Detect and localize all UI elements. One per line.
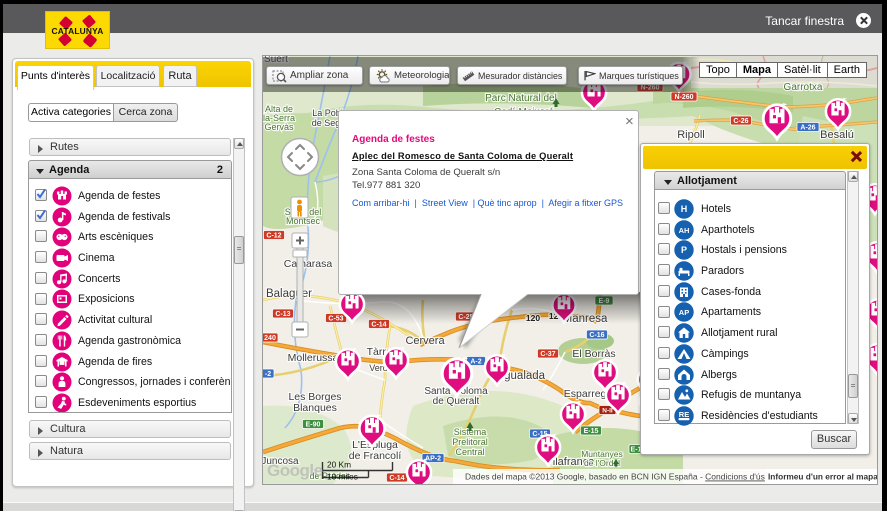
svg-text:C-13: C-13 (275, 311, 290, 318)
svg-text:10 miles: 10 miles (327, 472, 358, 482)
svg-text:P: P (681, 245, 687, 255)
svg-text:C-53: C-53 (328, 316, 343, 323)
svg-text:Besalú: Besalú (820, 129, 854, 141)
svg-text:E-15: E-15 (584, 428, 599, 435)
svg-text:N-II: N-II (602, 408, 613, 415)
svg-text:Ripoll: Ripoll (677, 129, 705, 141)
svg-text:C-16: C-16 (589, 332, 604, 339)
svg-text:H: H (681, 204, 688, 214)
svg-text:-2: -2 (265, 371, 271, 378)
svg-text:de Queralt: de Queralt (433, 396, 480, 407)
svg-text:Camarasa: Camarasa (284, 258, 333, 270)
svg-text:AH: AH (679, 226, 690, 235)
svg-text:Prelitoral: Prelitoral (452, 437, 488, 447)
svg-text:20 Km: 20 Km (327, 460, 351, 470)
svg-text:AP: AP (679, 308, 689, 317)
svg-text:E-90: E-90 (306, 422, 321, 429)
svg-text:C-37: C-37 (540, 351, 555, 358)
svg-text:AP-2: AP-2 (425, 456, 441, 463)
svg-text:C-12: C-12 (266, 233, 281, 240)
svg-text:Balaguer: Balaguer (266, 288, 312, 300)
svg-text:A-26: A-26 (800, 125, 815, 132)
svg-text:Informeu d'un error al mapa: Informeu d'un error al mapa (768, 472, 877, 482)
svg-text:Blanques: Blanques (293, 402, 337, 414)
svg-text:RE: RE (679, 410, 689, 419)
svg-text:Dades del mapa ©2013 Google, b: Dades del mapa ©2013 Google, basado en B… (465, 472, 765, 482)
svg-text:de Francolí: de Francolí (349, 450, 402, 462)
svg-text:Gervàs: Gervàs (264, 122, 294, 132)
svg-text:Garrotxa: Garrotxa (784, 82, 823, 93)
svg-text:CATALUNYA: CATALUNYA (52, 26, 104, 36)
svg-text:A-2: A-2 (470, 359, 481, 366)
svg-text:Parc Natural del: Parc Natural del (485, 93, 557, 104)
svg-text:El Borràs: El Borràs (572, 348, 615, 360)
svg-text:N-260: N-260 (674, 94, 693, 101)
svg-text:Central: Central (455, 447, 484, 457)
svg-text:C-14: C-14 (389, 475, 404, 482)
svg-text:C-26: C-26 (733, 118, 748, 125)
svg-text:240: 240 (264, 335, 276, 342)
svg-text:Google: Google (267, 461, 323, 480)
svg-text:Mollerussa: Mollerussa (288, 352, 339, 364)
